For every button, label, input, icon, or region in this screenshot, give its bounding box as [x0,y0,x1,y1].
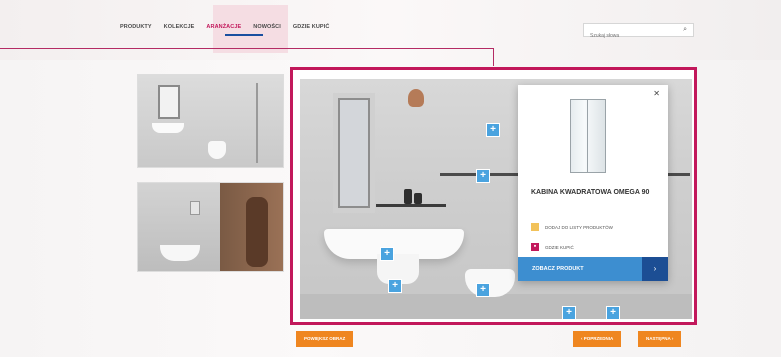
chevron-right-icon[interactable]: › [642,257,668,281]
nav-item-kolekcje[interactable]: KOLEKCJE [164,24,195,30]
arrangement-viewer: + + + + + + + ✕ KABINA KWADRATOWA OMEGA … [290,67,697,325]
bottle [404,189,412,204]
bottle [414,193,422,204]
arrangement-image: + + + + + + + ✕ KABINA KWADRATOWA OMEGA … [300,79,692,319]
add-to-list-label: DODAJ DO LISTY PRODUKTÓW [545,224,613,230]
product-title: KABINA KWADRATOWA OMEGA 90 [531,189,650,196]
thumbnail-arrangement-1[interactable] [137,74,284,168]
connector-line [0,48,493,49]
connector-line-vertical [493,48,494,66]
add-to-list-button[interactable]: DODAJ DO LISTY PRODUKTÓW [531,223,613,231]
search-input[interactable] [584,30,670,42]
search-icon[interactable]: ⌕ [683,26,687,34]
hotspot-plus-icon[interactable]: + [476,283,490,297]
nav-item-gdzie-kupic[interactable]: GDZIE KUPIĆ [293,24,330,30]
thumbnail-arrangement-2[interactable] [137,182,284,272]
active-nav-underline [225,34,263,36]
thumb-towel [246,197,268,267]
hotspot-plus-icon[interactable]: + [606,306,620,319]
main-nav: PRODUKTY KOLEKCJE ARANŻACJE NOWOŚCI GDZI… [120,24,341,30]
zoom-image-button[interactable]: POWIĘKSZ OBRAZ [296,331,354,347]
wall-lamp [408,89,424,107]
bidet [465,269,515,297]
nav-item-nowosci[interactable]: NOWOŚCI [253,24,281,30]
nav-item-produkty[interactable]: PRODUKTY [120,24,152,30]
close-icon[interactable]: ✕ [653,89,660,98]
shelf [376,204,446,207]
hotspot-plus-icon[interactable]: + [388,279,402,293]
thumb-flush-plate [190,201,200,215]
thumb-bidet [160,245,200,261]
thumb-sink [152,123,184,133]
hotspot-plus-icon[interactable]: + [476,169,490,183]
thumb-mirror [158,85,180,119]
list-icon [531,223,539,231]
hotspot-plus-icon[interactable]: + [380,247,394,261]
floor [300,294,692,319]
mirror [333,93,375,213]
nav-item-aranzacje[interactable]: ARANŻACJE [206,24,241,30]
previous-button[interactable]: ‹ POPRZEDNIA [573,331,622,347]
cart-icon: ▪ [531,243,539,251]
product-popup: ✕ KABINA KWADRATOWA OMEGA 90 DODAJ DO LI… [518,85,668,281]
thumb-toilet [208,141,226,159]
thumb-shower-rail [256,83,258,163]
hotspot-plus-icon[interactable]: + [486,123,500,137]
search-box: ⌕ [583,23,694,42]
next-button[interactable]: NASTĘPNA › [638,331,682,347]
where-to-buy-button[interactable]: ▪ GDZIE KUPIĆ [531,243,574,251]
where-to-buy-label: GDZIE KUPIĆ [545,244,574,250]
view-product-cta: ZOBACZ PRODUKT › [518,257,668,281]
product-image-shower-cabin [570,99,606,173]
hotspot-plus-icon[interactable]: + [562,306,576,319]
view-product-button[interactable]: ZOBACZ PRODUKT [518,257,642,281]
